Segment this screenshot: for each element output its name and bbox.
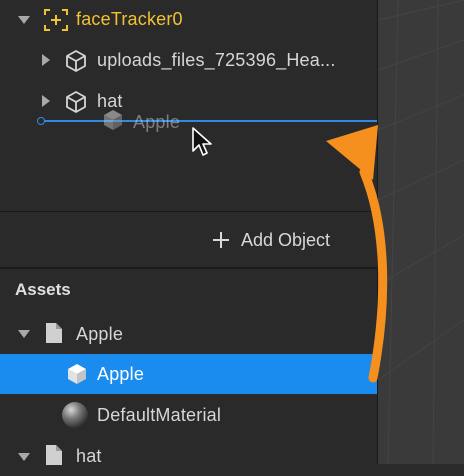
plus-icon	[213, 232, 229, 248]
cube-icon	[64, 90, 88, 119]
expand-arrow-icon[interactable]	[42, 54, 50, 66]
asset-item-label: DefaultMaterial	[97, 405, 222, 425]
asset-item-apple-file[interactable]: Apple	[0, 313, 377, 353]
expand-arrow-icon[interactable]	[18, 453, 30, 461]
cube-icon	[64, 49, 88, 78]
asset-item-label: Apple	[76, 324, 124, 344]
drop-indicator-dot	[37, 117, 45, 125]
drag-ghost-label: Apple	[133, 112, 181, 132]
face-tracker-icon	[43, 8, 69, 37]
asset-item-label: Apple	[97, 364, 145, 384]
file-icon	[45, 322, 63, 349]
hierarchy-item-facetracker[interactable]: faceTracker0	[0, 0, 377, 40]
assets-header: Assets	[15, 280, 71, 299]
hierarchy-item-label: faceTracker0	[76, 9, 183, 29]
asset-item-defaultmaterial[interactable]: DefaultMaterial	[0, 395, 377, 435]
cube-icon	[65, 362, 89, 391]
divider	[0, 267, 377, 269]
viewport-grid	[378, 0, 464, 464]
add-object-label: Add Object	[241, 229, 331, 250]
file-icon	[45, 444, 63, 471]
divider	[0, 211, 377, 212]
scene-panel: faceTracker0 uploads_files_725396_Hea...…	[0, 0, 377, 466]
hierarchy-item-hat[interactable]: hat	[0, 81, 377, 121]
asset-item-apple-mesh[interactable]: Apple	[0, 354, 377, 394]
drop-indicator-line	[41, 120, 377, 122]
expand-arrow-icon[interactable]	[42, 95, 50, 107]
hierarchy-item-label: uploads_files_725396_Hea...	[97, 50, 336, 70]
expand-arrow-icon[interactable]	[18, 16, 30, 24]
expand-arrow-icon[interactable]	[18, 330, 30, 338]
cube-filled-icon	[101, 108, 125, 137]
hierarchy-item-uploads[interactable]: uploads_files_725396_Hea...	[0, 40, 377, 80]
asset-item-hat-file[interactable]: hat	[0, 436, 377, 476]
mouse-cursor-icon	[191, 126, 213, 163]
viewport[interactable]	[378, 0, 464, 464]
add-object-button[interactable]: Add Object	[213, 226, 330, 254]
drag-ghost: Apple	[101, 108, 180, 137]
